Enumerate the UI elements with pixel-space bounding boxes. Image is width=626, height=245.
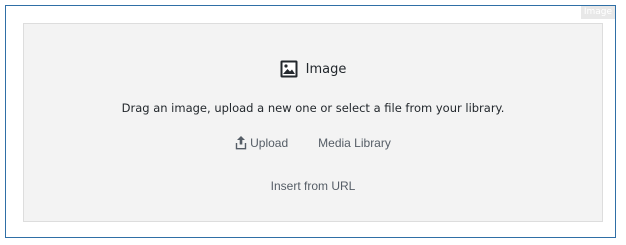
placeholder-instructions: Drag an image, upload a new one or selec… (121, 101, 505, 115)
placeholder-actions: Upload Media Library (24, 136, 602, 150)
insert-from-url-button[interactable]: Insert from URL (271, 179, 356, 193)
upload-icon (235, 136, 247, 150)
image-icon (280, 60, 298, 78)
insert-url-row: Insert from URL (24, 175, 602, 194)
block-type-tag: Image (580, 6, 615, 19)
upload-button-label: Upload (250, 136, 289, 150)
image-block-frame[interactable]: Image Image Drag an image, upload a new … (5, 5, 616, 238)
upload-button[interactable]: Upload (235, 136, 288, 150)
block-label: Image (24, 60, 602, 78)
media-library-button[interactable]: Media Library (318, 136, 391, 150)
block-label-text: Image (305, 61, 347, 77)
image-placeholder[interactable]: Image Drag an image, upload a new one or… (23, 23, 603, 222)
